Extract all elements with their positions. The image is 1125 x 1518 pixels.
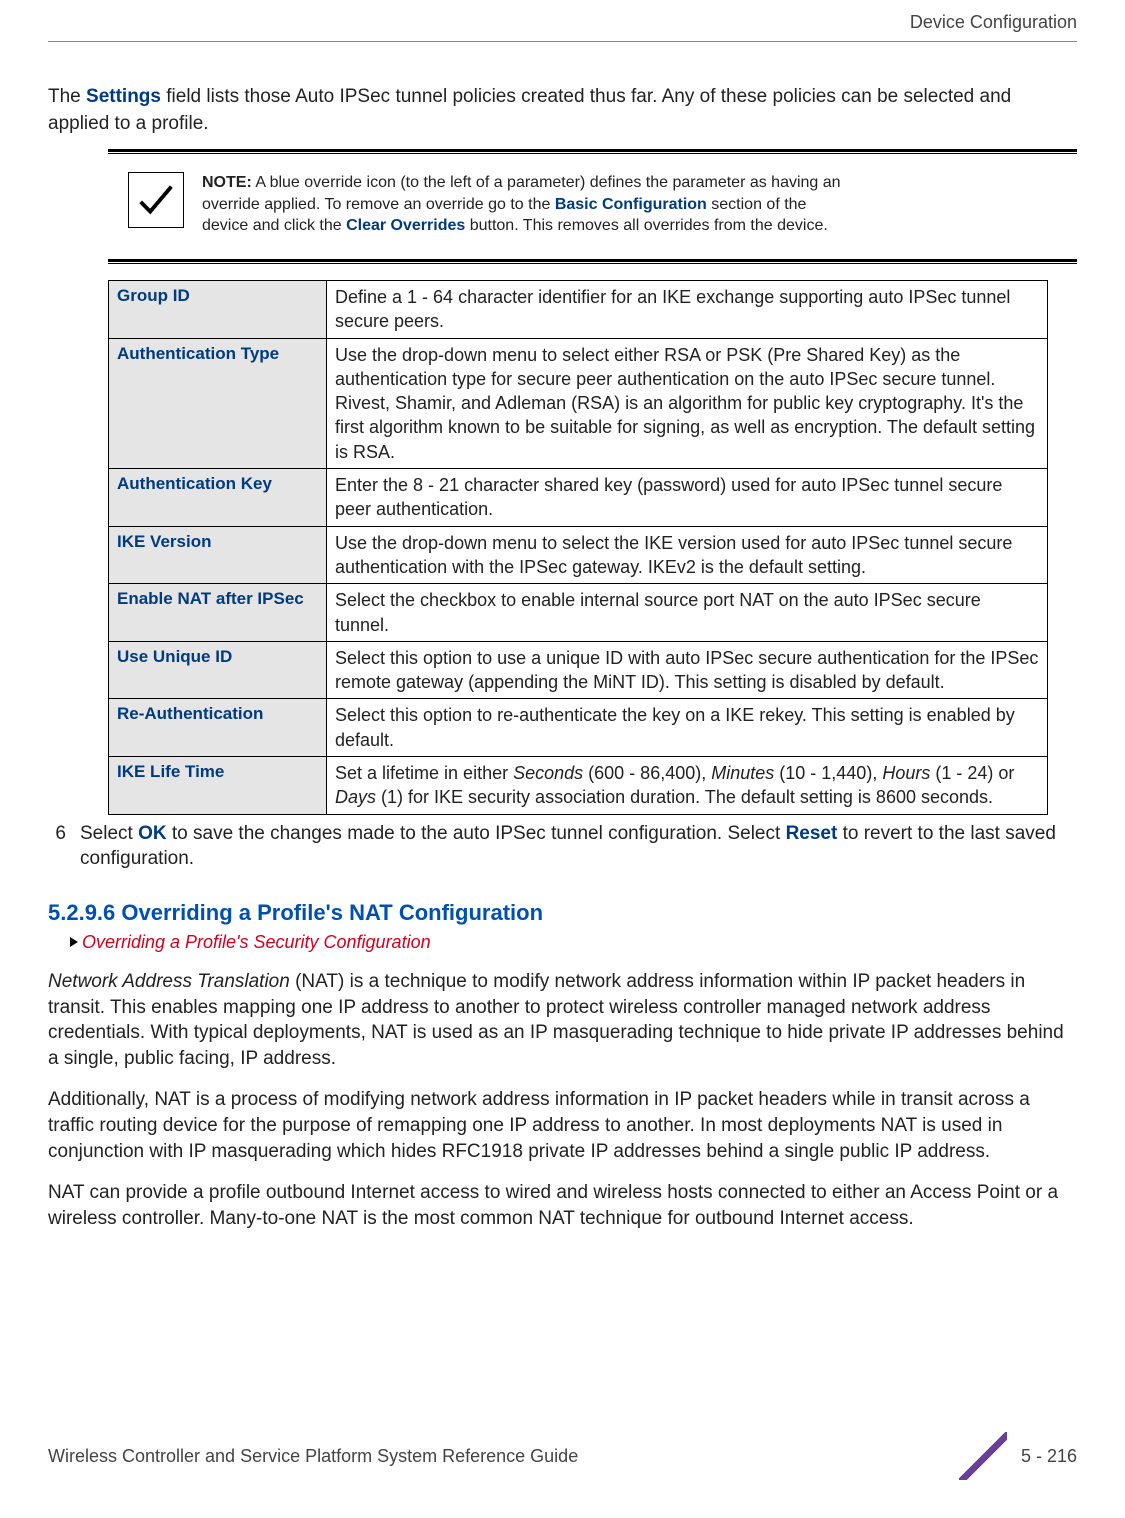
step-6: 6 Select OK to save the changes made to …	[48, 821, 1077, 872]
running-header-text: Device Configuration	[910, 12, 1077, 32]
note-block: NOTE: A blue override icon (to the left …	[48, 172, 1077, 237]
step-kw-reset: Reset	[786, 823, 838, 844]
note-kw-basic-config: Basic Configuration	[555, 196, 707, 213]
body-paragraph-2: Additionally, NAT is a process of modify…	[48, 1087, 1077, 1164]
param-desc: Set a lifetime in either Seconds (600 - …	[327, 757, 1048, 815]
param-label: Re-Authentication	[109, 699, 327, 757]
note-kw-clear-overrides: Clear Overrides	[346, 217, 465, 234]
footer-slash-icon	[959, 1432, 1007, 1480]
footer-title: Wireless Controller and Service Platform…	[48, 1446, 945, 1467]
note-top-rule	[108, 149, 1077, 154]
note-label: NOTE:	[202, 174, 252, 191]
page-number: 5 - 216	[1021, 1446, 1077, 1467]
param-desc: Enter the 8 - 21 character shared key (p…	[327, 469, 1048, 527]
table-row: Authentication Type Use the drop-down me…	[109, 338, 1048, 468]
checkmark-icon	[128, 172, 184, 228]
parameters-table: Group ID Define a 1 - 64 character ident…	[108, 280, 1048, 815]
triangle-right-icon	[68, 936, 80, 948]
table-row: Use Unique ID Select this option to use …	[109, 641, 1048, 699]
param-desc: Select this option to use a unique ID wi…	[327, 641, 1048, 699]
param-label: Use Unique ID	[109, 641, 327, 699]
breadcrumb-text: Overriding a Profile's Security Configur…	[82, 932, 431, 953]
param-label: Group ID	[109, 280, 327, 338]
intro-paragraph: The Settings field lists those Auto IPSe…	[48, 84, 1077, 137]
param-label: IKE Version	[109, 526, 327, 584]
param-label: Authentication Type	[109, 338, 327, 468]
table-row: Re-Authentication Select this option to …	[109, 699, 1048, 757]
section-heading: 5.2.9.6 Overriding a Profile's NAT Confi…	[48, 900, 1077, 926]
breadcrumb: Overriding a Profile's Security Configur…	[68, 932, 1077, 953]
page-footer: Wireless Controller and Service Platform…	[48, 1432, 1077, 1480]
param-label: Authentication Key	[109, 469, 327, 527]
body-paragraph-3: NAT can provide a profile outbound Inter…	[48, 1180, 1077, 1231]
table-row: IKE Version Use the drop-down menu to se…	[109, 526, 1048, 584]
table-row: IKE Life Time Set a lifetime in either S…	[109, 757, 1048, 815]
param-desc: Select the checkbox to enable internal s…	[327, 584, 1048, 642]
header-rule	[48, 41, 1077, 42]
body-paragraph-1: Network Address Translation (NAT) is a t…	[48, 969, 1077, 1072]
param-label: Enable NAT after IPSec	[109, 584, 327, 642]
table-row: Enable NAT after IPSec Select the checkb…	[109, 584, 1048, 642]
running-header: Device Configuration	[48, 12, 1077, 33]
param-desc: Use the drop-down menu to select the IKE…	[327, 526, 1048, 584]
step-kw-ok: OK	[138, 823, 167, 844]
param-label: IKE Life Time	[109, 757, 327, 815]
table-row: Group ID Define a 1 - 64 character ident…	[109, 280, 1048, 338]
intro-keyword: Settings	[86, 86, 161, 107]
table-row: Authentication Key Enter the 8 - 21 char…	[109, 469, 1048, 527]
note-bottom-rule	[108, 259, 1077, 264]
param-desc: Define a 1 - 64 character identifier for…	[327, 280, 1048, 338]
step-number: 6	[48, 821, 66, 872]
param-desc: Select this option to re-authenticate th…	[327, 699, 1048, 757]
param-desc: Use the drop-down menu to select either …	[327, 338, 1048, 468]
